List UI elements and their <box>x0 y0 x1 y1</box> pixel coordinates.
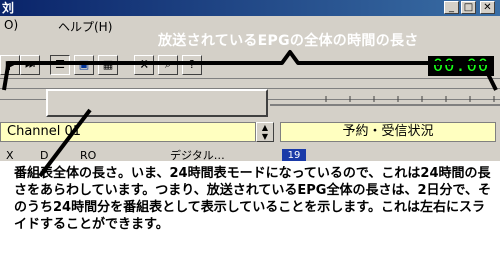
epg-length-bracket <box>6 50 492 70</box>
annotation-lines <box>2 50 498 178</box>
slider-leader <box>38 108 92 178</box>
epg-right-leader <box>484 69 498 91</box>
epg-left-leader <box>2 65 10 91</box>
